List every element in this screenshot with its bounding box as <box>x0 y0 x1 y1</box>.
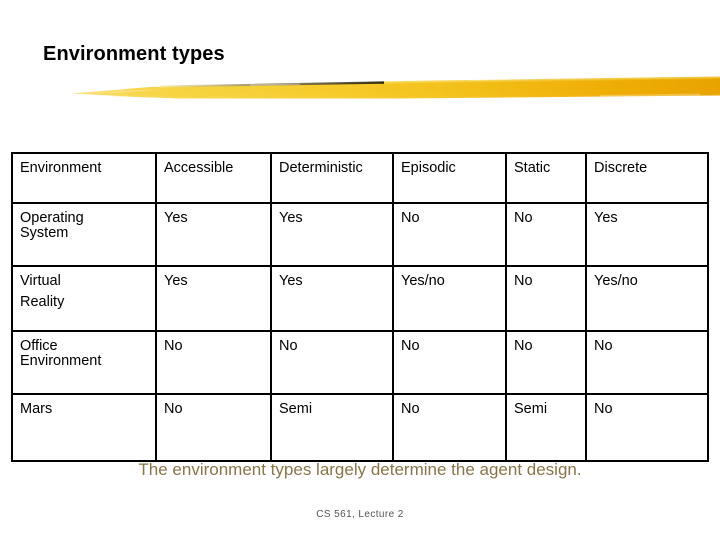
cell-deterministic: Yes <box>270 265 394 332</box>
table-header-row: Environment Accessible Deterministic Epi… <box>11 152 709 204</box>
cell-discrete: No <box>585 330 709 395</box>
row-label-line-2: Reality <box>20 294 65 311</box>
cell-discrete: Yes <box>585 202 709 267</box>
table-row: Operating System Yes Yes No No Yes <box>11 202 709 267</box>
column-header-episodic: Episodic <box>392 152 507 204</box>
cell-accessible: No <box>155 330 272 395</box>
row-label-mars: Mars <box>11 393 157 462</box>
row-label-line-1: Operating <box>20 210 84 226</box>
row-label-line-1: Office <box>20 338 58 354</box>
table-row: Mars No Semi No Semi No <box>11 393 709 462</box>
row-label-virtual-reality: Virtual Reality <box>11 265 157 332</box>
cell-static: No <box>505 202 587 267</box>
cell-static: No <box>505 265 587 332</box>
cell-accessible: No <box>155 393 272 462</box>
column-header-static: Static <box>505 152 587 204</box>
cell-deterministic: Yes <box>270 202 394 267</box>
cell-accessible: Yes <box>155 265 272 332</box>
row-label-operating-system: Operating System <box>11 202 157 267</box>
cell-episodic: No <box>392 393 507 462</box>
row-label-office-environment: Office Environment <box>11 330 157 395</box>
cell-static: Semi <box>505 393 587 462</box>
cell-deterministic: Semi <box>270 393 394 462</box>
environment-types-table: Environment Accessible Deterministic Epi… <box>11 152 709 462</box>
row-label-line-2: Environment <box>20 353 102 370</box>
cell-accessible: Yes <box>155 202 272 267</box>
page-title: Environment types <box>43 43 225 65</box>
column-header-deterministic: Deterministic <box>270 152 394 204</box>
row-label-line-1: Virtual <box>20 273 61 289</box>
column-header-discrete: Discrete <box>585 152 709 204</box>
row-label-line-2: System <box>20 225 69 242</box>
cell-episodic: No <box>392 202 507 267</box>
row-label-line-1: Mars <box>20 401 53 417</box>
cell-static: No <box>505 330 587 395</box>
gold-brush-stroke-icon <box>72 76 720 99</box>
slide-caption: The environment types largely determine … <box>138 460 582 479</box>
cell-episodic: Yes/no <box>392 265 507 332</box>
cell-deterministic: No <box>270 330 394 395</box>
table-row: Virtual Reality Yes Yes Yes/no No Yes/no <box>11 265 709 332</box>
slide-footer: CS 561, Lecture 2 <box>316 509 404 520</box>
cell-episodic: No <box>392 330 507 395</box>
table-row: Office Environment No No No No No <box>11 330 709 395</box>
cell-discrete: No <box>585 393 709 462</box>
cell-discrete: Yes/no <box>585 265 709 332</box>
column-header-environment: Environment <box>11 152 157 204</box>
column-header-accessible: Accessible <box>155 152 272 204</box>
